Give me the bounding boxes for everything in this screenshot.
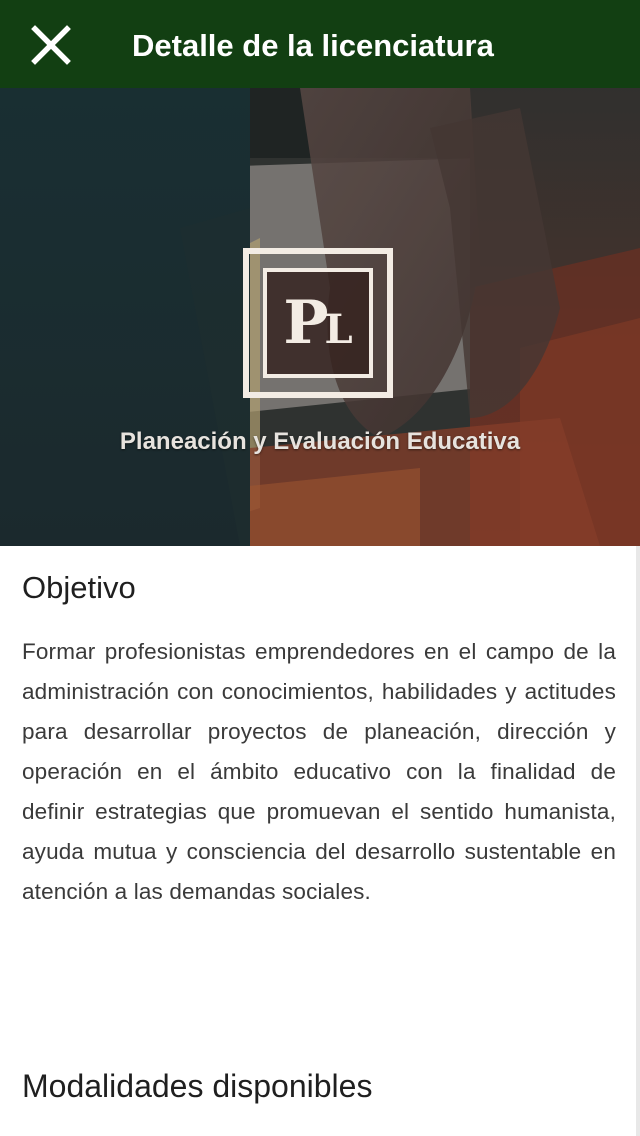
hero-banner: PL Planeación y Evaluación Educativa bbox=[0, 88, 640, 546]
logo-letter-p: P bbox=[283, 288, 329, 358]
app-bar: Detalle de la licenciatura bbox=[0, 0, 640, 88]
objective-heading: Objetivo bbox=[22, 570, 136, 605]
close-button[interactable] bbox=[22, 16, 80, 74]
logo-letter-l: L bbox=[324, 306, 353, 353]
program-name: Planeación y Evaluación Educativa bbox=[119, 428, 521, 455]
program-logo-initials: PL bbox=[283, 293, 352, 353]
program-detail-screen: Detalle de la licenciatura PL Planeación… bbox=[0, 0, 640, 1136]
scroll-edge bbox=[636, 546, 640, 1136]
program-logo: PL bbox=[243, 248, 393, 398]
program-logo-inner: PL bbox=[263, 268, 373, 378]
modalities-heading: Modalidades disponibles bbox=[22, 1068, 373, 1104]
close-icon[interactable] bbox=[31, 25, 71, 65]
objective-text: Formar profesionistas emprendedores en e… bbox=[22, 639, 616, 904]
page-title: Detalle de la licenciatura bbox=[132, 28, 494, 63]
